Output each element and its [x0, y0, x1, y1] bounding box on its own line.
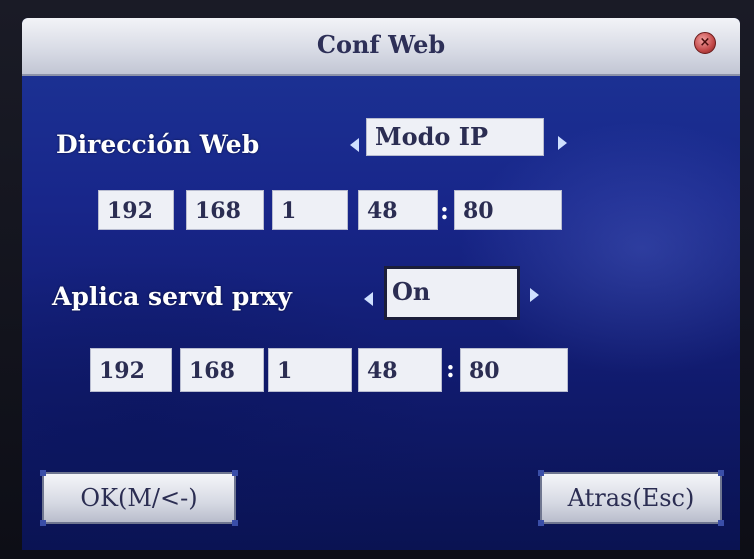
- corner-marker: [232, 470, 238, 476]
- web-ip-octet-4[interactable]: 48: [358, 190, 438, 230]
- port-separator: :: [440, 196, 449, 225]
- corner-marker: [538, 520, 544, 526]
- arrow-left-icon[interactable]: [364, 292, 373, 306]
- web-mode-select[interactable]: Modo IP: [366, 118, 544, 156]
- web-address-label: Dirección Web: [56, 130, 260, 159]
- corner-marker: [40, 470, 46, 476]
- web-ip-octet-2[interactable]: 168: [186, 190, 264, 230]
- port-separator: :: [446, 354, 455, 383]
- back-button-label: Atras(Esc): [567, 484, 695, 512]
- corner-marker: [40, 520, 46, 526]
- arrow-left-icon[interactable]: [350, 138, 359, 152]
- ok-button-label: OK(M/<-): [80, 484, 198, 512]
- window-title: Conf Web: [316, 30, 446, 59]
- corner-marker: [538, 470, 544, 476]
- title-bar: Conf Web ×: [22, 18, 740, 76]
- proxy-toggle-select[interactable]: On: [384, 266, 520, 320]
- screen: Conf Web × Dirección Web Modo IP 192 168…: [22, 18, 740, 550]
- proxy-ip-octet-1[interactable]: 192: [90, 348, 172, 392]
- proxy-label: Aplica servd prxy: [52, 282, 292, 311]
- corner-marker: [718, 470, 724, 476]
- web-ip-octet-3[interactable]: 1: [272, 190, 348, 230]
- device-bezel: Conf Web × Dirección Web Modo IP 192 168…: [0, 0, 754, 559]
- arrow-right-icon[interactable]: [558, 136, 567, 150]
- corner-marker: [718, 520, 724, 526]
- ok-button[interactable]: OK(M/<-): [40, 470, 238, 526]
- back-button[interactable]: Atras(Esc): [538, 470, 724, 526]
- web-port-field[interactable]: 80: [454, 190, 562, 230]
- proxy-port-field[interactable]: 80: [460, 348, 568, 392]
- proxy-ip-octet-4[interactable]: 48: [358, 348, 442, 392]
- proxy-ip-octet-2[interactable]: 168: [180, 348, 264, 392]
- web-ip-octet-1[interactable]: 192: [98, 190, 174, 230]
- corner-marker: [232, 520, 238, 526]
- arrow-right-icon[interactable]: [530, 288, 539, 302]
- close-icon[interactable]: ×: [694, 32, 716, 54]
- proxy-ip-octet-3[interactable]: 1: [268, 348, 352, 392]
